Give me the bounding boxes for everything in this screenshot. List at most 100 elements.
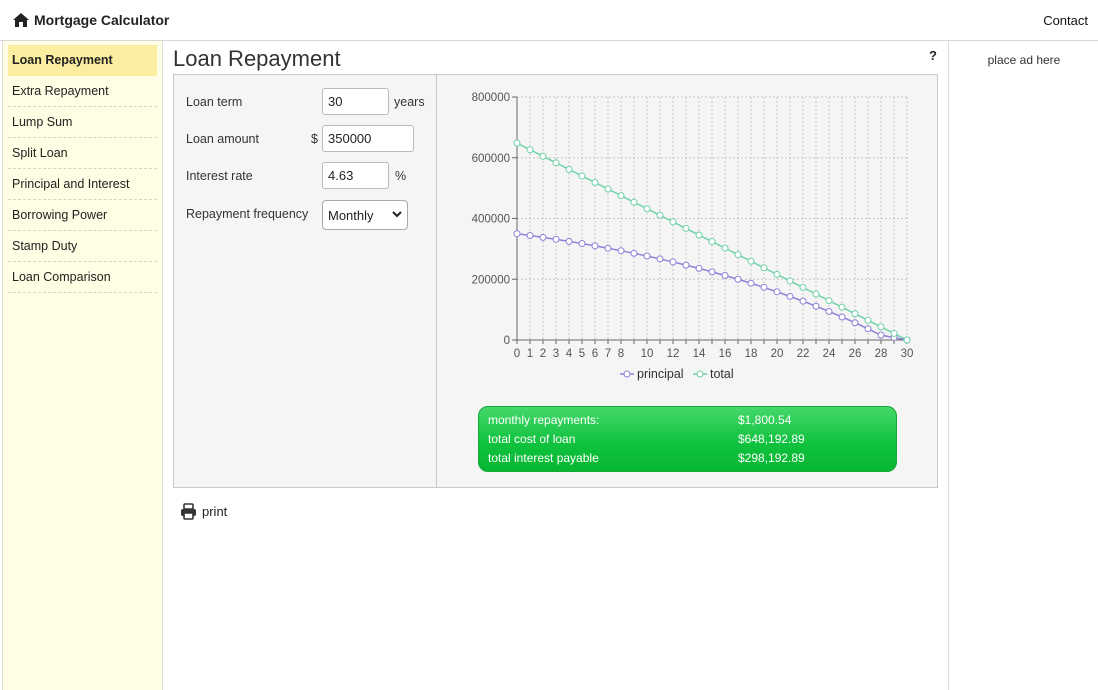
repayment-frequency-select[interactable]: Monthly (322, 200, 408, 230)
data-point-principal (838, 313, 846, 321)
data-point-principal (773, 288, 781, 296)
data-point-principal (695, 264, 703, 272)
loan-term-unit: years (394, 95, 425, 109)
summary-row: total cost of loan $648,192.89 (488, 432, 888, 451)
sidebar-item-stamp-duty[interactable]: Stamp Duty (8, 231, 157, 262)
data-point-total (604, 185, 612, 193)
page-title: Loan Repayment (173, 46, 341, 71)
data-point-principal (669, 258, 677, 266)
sidebar-item-loan-comparison[interactable]: Loan Comparison (8, 262, 157, 293)
x-tick-label: 16 (719, 348, 732, 360)
data-point-principal (734, 275, 742, 283)
loan-term-input[interactable] (322, 88, 389, 115)
repayment-frequency-label: Repayment frequency (186, 207, 309, 221)
data-point-total (539, 152, 547, 160)
x-tick-label: 0 (514, 348, 520, 360)
data-point-principal (578, 240, 586, 248)
data-point-principal (786, 292, 794, 300)
data-point-principal (656, 255, 664, 263)
data-point-principal (721, 271, 729, 279)
x-tick-label: 26 (849, 348, 862, 360)
data-point-total (591, 178, 599, 186)
data-point-principal (708, 268, 716, 276)
repayment-frequency-value: Monthly (328, 208, 374, 223)
summary-box: monthly repayments: $1,800.54 total cost… (478, 406, 897, 472)
monthly-repayments-label: monthly repayments: (488, 413, 600, 427)
data-point-total (630, 198, 638, 206)
x-tick-label: 12 (667, 348, 680, 360)
legend-label: principal (637, 367, 684, 381)
data-point-total (552, 159, 560, 167)
printer-icon (181, 503, 196, 520)
sidebar-item-principal-and-interest[interactable]: Principal and Interest (8, 169, 157, 200)
loan-amount-input[interactable] (322, 125, 414, 152)
x-tick-label: 22 (797, 348, 810, 360)
interest-rate-unit: % (395, 169, 407, 183)
data-point-total (565, 165, 573, 173)
data-point-principal (526, 231, 534, 239)
data-point-total (578, 172, 586, 180)
data-point-principal (799, 297, 807, 305)
data-point-total (656, 211, 664, 219)
calculator-panel: Loan term years Loan amount $ Interest r… (173, 74, 938, 488)
data-point-total (669, 218, 677, 226)
sidebar-item-extra-repayment[interactable]: Extra Repayment (8, 76, 157, 107)
data-point-total (773, 270, 781, 278)
x-tick-label: 7 (605, 348, 611, 360)
x-tick-label: 18 (745, 348, 758, 360)
data-point-total (747, 257, 755, 265)
brand-link[interactable]: Mortgage Calculator (12, 12, 169, 28)
brand-title: Mortgage Calculator (34, 12, 170, 28)
sidebar-item-loan-repayment[interactable]: Loan Repayment (8, 45, 157, 76)
help-link[interactable]: ? (929, 48, 937, 63)
y-tick-label: 800000 (472, 92, 510, 104)
x-tick-label: 20 (771, 348, 784, 360)
print-link[interactable]: print (180, 503, 227, 520)
x-tick-label: 30 (901, 348, 914, 360)
data-point-principal (604, 244, 612, 252)
legend-label: total (710, 367, 734, 381)
chart-area: 0 200000 400000 600000 800000 0 1 2 3 4 5 6 7 8 10 12 14… (437, 75, 937, 487)
data-point-principal (760, 283, 768, 291)
data-point-total (799, 283, 807, 291)
x-tick-label: 10 (641, 348, 654, 360)
y-tick-label: 400000 (472, 214, 510, 226)
loan-form: Loan term years Loan amount $ Interest r… (174, 75, 437, 487)
monthly-repayments-value: $1,800.54 (738, 413, 792, 427)
sidebar: Loan Repayment Extra Repayment Lump Sum … (2, 41, 163, 690)
loan-term-label: Loan term (186, 95, 243, 109)
sidebar-item-borrowing-power[interactable]: Borrowing Power (8, 200, 157, 231)
legend-marker-point (623, 370, 631, 378)
data-point-total (617, 192, 625, 200)
loan-balance-chart: 02000004000006000008000000 1 2 3 4 5 6 7 8 10 12 14… (472, 92, 914, 381)
data-point-principal (591, 242, 599, 250)
sidebar-item-split-loan[interactable]: Split Loan (8, 138, 157, 169)
interest-rate-input[interactable] (322, 162, 389, 189)
data-point-total (513, 139, 521, 147)
data-point-principal (682, 261, 690, 269)
total-cost-value: $648,192.89 (738, 432, 805, 446)
data-point-total (877, 323, 885, 331)
data-point-total (812, 290, 820, 298)
data-point-total (682, 224, 690, 232)
x-tick-label: 3 (553, 348, 559, 360)
data-point-total (526, 146, 534, 154)
data-point-total (903, 336, 911, 344)
x-tick-label: 8 (618, 348, 624, 360)
data-point-total (825, 297, 833, 305)
data-point-total (838, 303, 846, 311)
data-point-total (721, 244, 729, 252)
sidebar-item-lump-sum[interactable]: Lump Sum (8, 107, 157, 138)
contact-link[interactable]: Contact (1043, 13, 1088, 28)
data-point-total (695, 231, 703, 239)
data-point-principal (864, 325, 872, 333)
summary-row: total interest payable $298,192.89 (488, 451, 888, 470)
summary-row: monthly repayments: $1,800.54 (488, 413, 888, 432)
data-point-total (760, 264, 768, 272)
data-point-total (708, 238, 716, 246)
x-tick-label: 14 (693, 348, 706, 360)
x-tick-label: 1 (527, 348, 533, 360)
data-point-principal (565, 237, 573, 245)
total-interest-value: $298,192.89 (738, 451, 805, 465)
y-tick-label: 0 (504, 335, 510, 347)
